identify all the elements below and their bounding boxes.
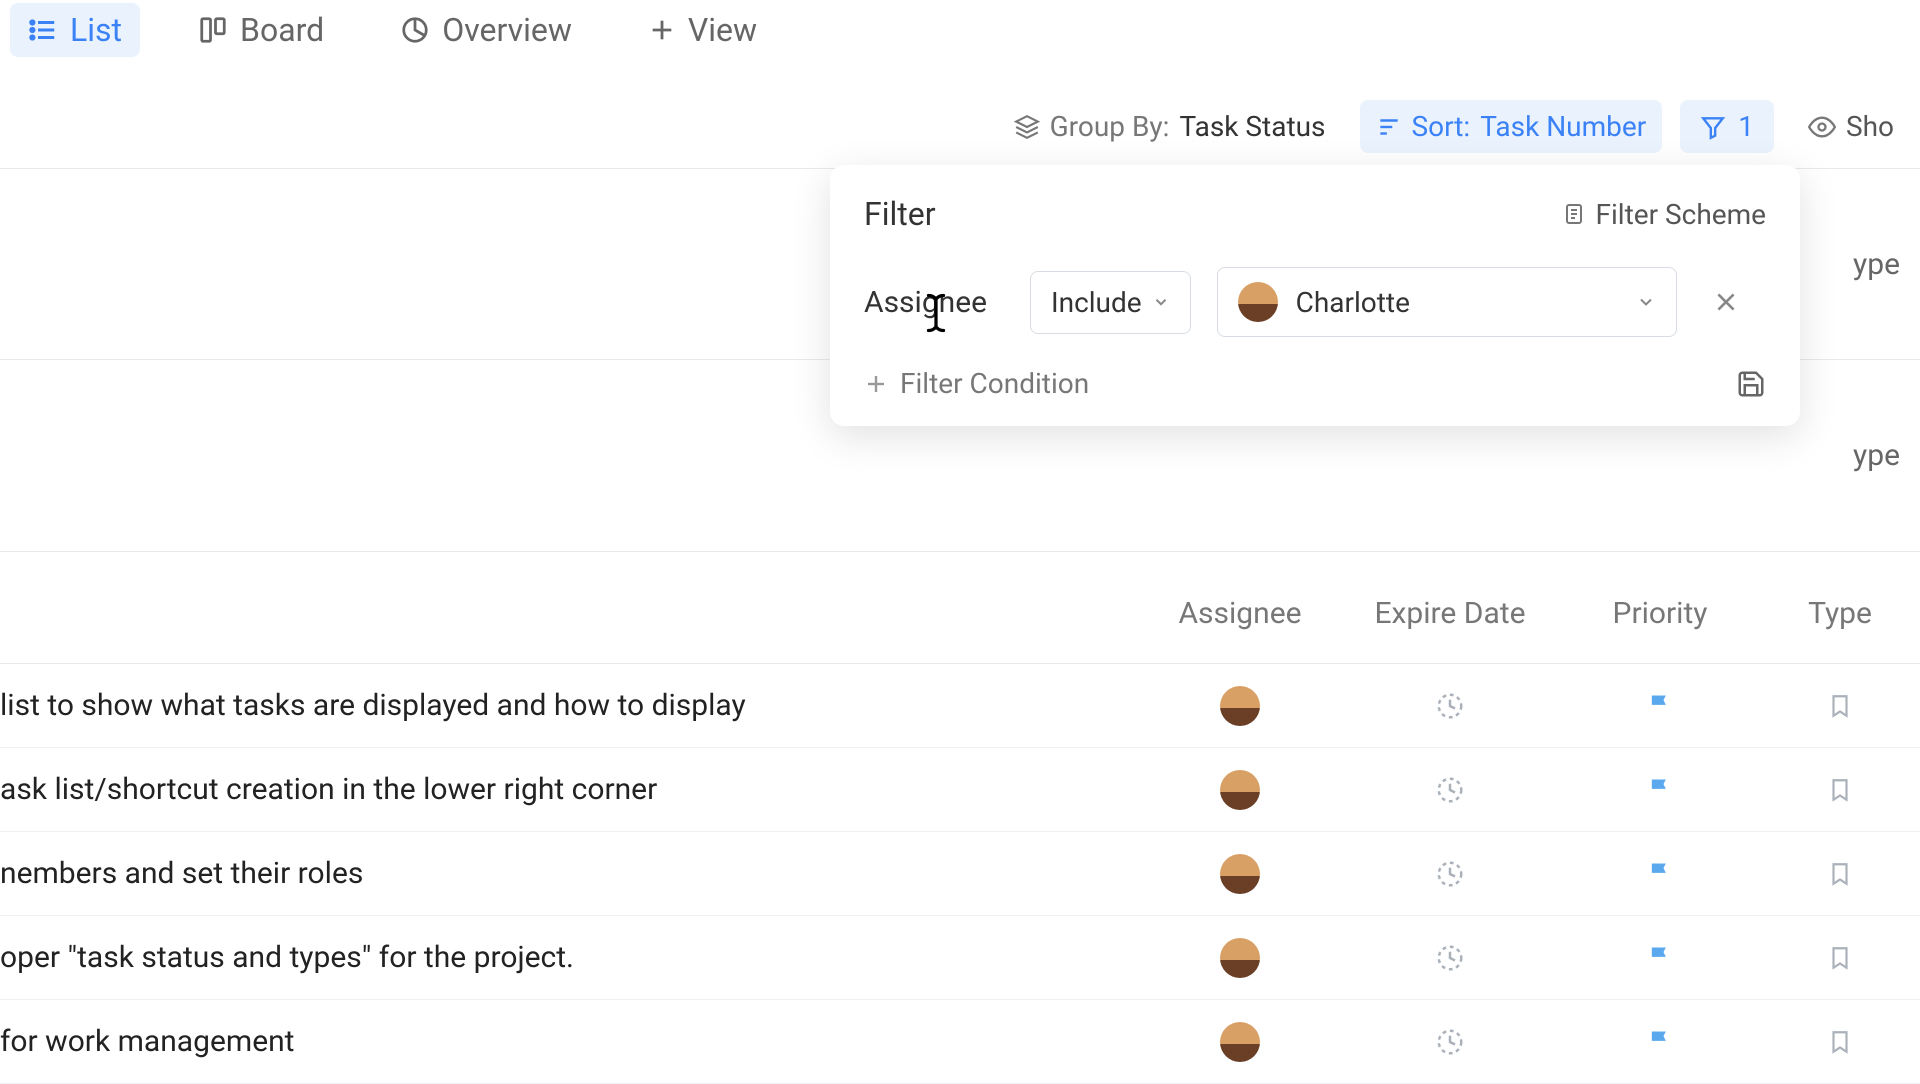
cell-expire[interactable] <box>1340 775 1560 805</box>
sort-label: Sort: <box>1412 110 1471 143</box>
cell-assignee[interactable] <box>1140 686 1340 726</box>
task-title: nembers and set their roles <box>0 856 1140 891</box>
table-row[interactable]: ask list/shortcut creation in the lower … <box>0 748 1920 832</box>
cell-expire[interactable] <box>1340 859 1560 889</box>
cell-priority[interactable] <box>1560 944 1760 972</box>
add-condition-label: Filter Condition <box>900 367 1089 400</box>
tab-board[interactable]: Board <box>180 3 342 57</box>
filter-field-label: Assignee <box>864 285 1004 320</box>
task-title: ask list/shortcut creation in the lower … <box>0 772 1140 807</box>
tab-label: View <box>688 11 757 49</box>
table-row[interactable]: list to show what tasks are displayed an… <box>0 664 1920 748</box>
list-toolbar: Group By: Task Status Sort: Task Number … <box>0 60 1920 163</box>
plus-icon <box>864 372 888 396</box>
layers-icon <box>1014 114 1040 140</box>
scheme-icon <box>1562 202 1586 226</box>
avatar <box>1238 282 1278 322</box>
board-icon <box>198 15 228 45</box>
filter-value-name: Charlotte <box>1296 286 1410 319</box>
filter-title: Filter <box>864 195 936 233</box>
cell-type[interactable] <box>1760 693 1920 719</box>
cell-expire[interactable] <box>1340 1027 1560 1057</box>
col-assignee[interactable]: Assignee <box>1140 596 1340 631</box>
filter-condition-row: Assignee Include Charlotte <box>864 267 1766 337</box>
table-row[interactable]: oper "task status and types" for the pro… <box>0 916 1920 1000</box>
task-title: list to show what tasks are displayed an… <box>0 688 1140 723</box>
cell-assignee[interactable] <box>1140 1022 1340 1062</box>
task-title: oper "task status and types" for the pro… <box>0 940 1140 975</box>
cell-assignee[interactable] <box>1140 854 1340 894</box>
chevron-down-icon <box>1636 292 1656 312</box>
filter-value-select[interactable]: Charlotte <box>1217 267 1677 337</box>
cell-priority[interactable] <box>1560 692 1760 720</box>
cell-assignee[interactable] <box>1140 938 1340 978</box>
add-filter-condition-button[interactable]: Filter Condition <box>864 367 1089 400</box>
plus-icon <box>648 16 676 44</box>
table-row[interactable]: nembers and set their roles <box>0 832 1920 916</box>
cell-type[interactable] <box>1760 861 1920 887</box>
avatar <box>1220 854 1260 894</box>
sort-value: Task Number <box>1480 110 1646 143</box>
cell-priority[interactable] <box>1560 776 1760 804</box>
group-by-value: Task Status <box>1179 110 1325 143</box>
filter-icon <box>1700 114 1726 140</box>
remove-condition-button[interactable] <box>1703 283 1749 321</box>
avatar <box>1220 938 1260 978</box>
cell-expire[interactable] <box>1340 943 1560 973</box>
tab-label: Overview <box>442 11 572 49</box>
cell-expire[interactable] <box>1340 691 1560 721</box>
overview-icon <box>400 15 430 45</box>
cell-priority[interactable] <box>1560 1028 1760 1056</box>
cell-type[interactable] <box>1760 777 1920 803</box>
avatar <box>1220 1022 1260 1062</box>
tab-overview[interactable]: Overview <box>382 3 590 57</box>
table-header: Assignee Expire Date Priority Type <box>0 564 1920 664</box>
task-table: Assignee Expire Date Priority Type list … <box>0 564 1920 1084</box>
avatar <box>1220 686 1260 726</box>
group-by-button[interactable]: Group By: Task Status <box>998 100 1342 153</box>
save-filter-button[interactable] <box>1736 369 1766 399</box>
filter-count: 1 <box>1738 110 1754 143</box>
sort-button[interactable]: Sort: Task Number <box>1360 100 1663 153</box>
tab-label: List <box>70 11 122 49</box>
filter-scheme-button[interactable]: Filter Scheme <box>1562 198 1767 231</box>
filter-scheme-label: Filter Scheme <box>1596 198 1767 231</box>
view-tabs: List Board Overview View <box>0 0 1920 60</box>
tab-add-view[interactable]: View <box>630 3 775 57</box>
task-title: for work management <box>0 1024 1140 1059</box>
tab-list[interactable]: List <box>10 3 140 57</box>
filter-button[interactable]: 1 <box>1680 100 1774 153</box>
show-label: Sho <box>1846 110 1894 143</box>
avatar <box>1220 770 1260 810</box>
cell-type[interactable] <box>1760 945 1920 971</box>
operator-value: Include <box>1051 286 1142 319</box>
list-icon <box>28 15 58 45</box>
col-expire[interactable]: Expire Date <box>1340 596 1560 631</box>
cell-assignee[interactable] <box>1140 770 1340 810</box>
chevron-down-icon <box>1152 293 1170 311</box>
filter-popover: Filter Filter Scheme Assignee Include Ch… <box>830 165 1800 426</box>
cell-type[interactable] <box>1760 1029 1920 1055</box>
filter-operator-select[interactable]: Include <box>1030 271 1191 334</box>
tab-label: Board <box>240 11 324 49</box>
sort-icon <box>1376 114 1402 140</box>
eye-icon <box>1808 113 1836 141</box>
col-priority[interactable]: Priority <box>1560 596 1760 631</box>
col-type[interactable]: Type <box>1760 596 1920 631</box>
cell-priority[interactable] <box>1560 860 1760 888</box>
show-button[interactable]: Sho <box>1792 100 1910 153</box>
table-row[interactable]: for work management <box>0 1000 1920 1084</box>
text-cursor-icon <box>923 293 949 333</box>
group-by-label: Group By: <box>1050 110 1170 143</box>
